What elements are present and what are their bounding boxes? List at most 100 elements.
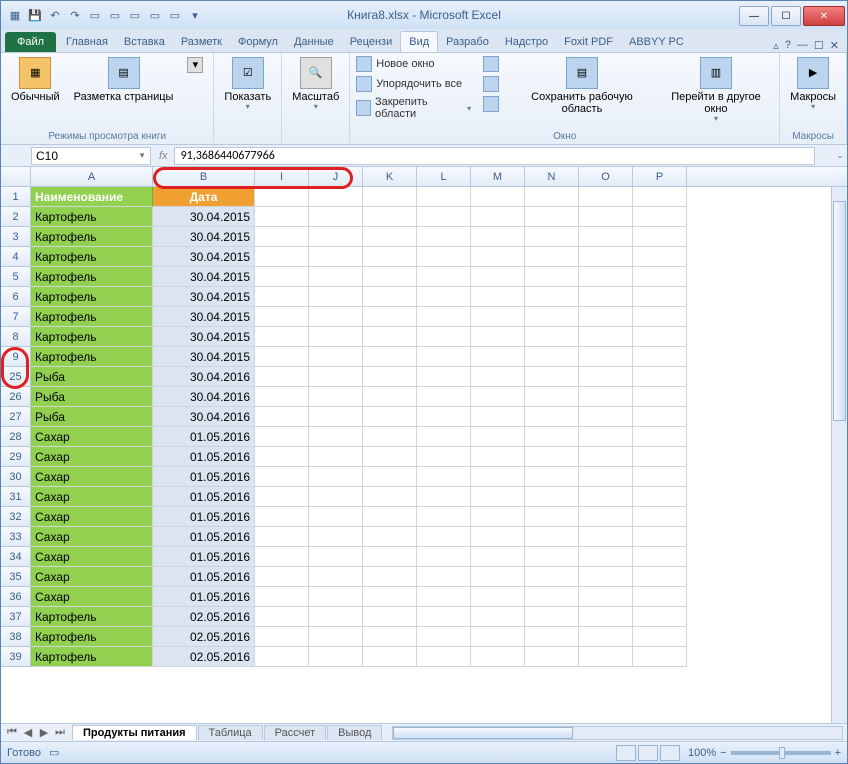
page-break-view-icon[interactable]: [660, 745, 680, 761]
cell[interactable]: [309, 527, 363, 547]
cell[interactable]: [579, 367, 633, 387]
cell[interactable]: [417, 547, 471, 567]
column-header[interactable]: O: [579, 167, 633, 186]
tab-data[interactable]: Данные: [286, 32, 342, 52]
row-header[interactable]: 28: [1, 427, 31, 447]
cell[interactable]: [633, 467, 687, 487]
cell[interactable]: [309, 587, 363, 607]
zoom-slider[interactable]: [731, 751, 831, 755]
cell[interactable]: Картофель: [31, 607, 153, 627]
cell[interactable]: [633, 327, 687, 347]
cell[interactable]: 01.05.2016: [153, 547, 255, 567]
cell[interactable]: 02.05.2016: [153, 607, 255, 627]
cell[interactable]: Картофель: [31, 287, 153, 307]
cell[interactable]: [633, 427, 687, 447]
cell[interactable]: 01.05.2016: [153, 507, 255, 527]
redo-icon[interactable]: ↷: [67, 7, 83, 23]
cell[interactable]: [579, 467, 633, 487]
cell[interactable]: [309, 567, 363, 587]
cell[interactable]: [471, 427, 525, 447]
cell[interactable]: Сахар: [31, 567, 153, 587]
cell[interactable]: [417, 567, 471, 587]
cell[interactable]: [363, 467, 417, 487]
tab-abbyy[interactable]: ABBYY PC: [621, 32, 692, 52]
cell[interactable]: [363, 607, 417, 627]
maximize-button[interactable]: ☐: [771, 6, 801, 26]
cell[interactable]: [525, 207, 579, 227]
page-layout-button[interactable]: ▤ Разметка страницы: [70, 55, 178, 105]
arrange-all-button[interactable]: Упорядочить все: [356, 75, 471, 93]
cell[interactable]: [525, 467, 579, 487]
cell[interactable]: Картофель: [31, 627, 153, 647]
macros-button[interactable]: ▶ Макросы: [786, 55, 840, 114]
cell[interactable]: [471, 187, 525, 207]
cell[interactable]: Картофель: [31, 227, 153, 247]
tab-review[interactable]: Рецензи: [342, 32, 401, 52]
column-header[interactable]: M: [471, 167, 525, 186]
cell[interactable]: 02.05.2016: [153, 647, 255, 667]
qat-item-icon[interactable]: ▭: [107, 7, 123, 23]
cell[interactable]: Сахар: [31, 547, 153, 567]
cell[interactable]: [579, 287, 633, 307]
cell[interactable]: [363, 307, 417, 327]
cell[interactable]: [525, 327, 579, 347]
cell[interactable]: [363, 187, 417, 207]
cell[interactable]: 01.05.2016: [153, 527, 255, 547]
cell[interactable]: [633, 627, 687, 647]
zoom-out-icon[interactable]: −: [720, 747, 726, 759]
cell[interactable]: [579, 427, 633, 447]
slider-thumb[interactable]: [779, 747, 785, 759]
cell[interactable]: [471, 567, 525, 587]
cell[interactable]: [309, 447, 363, 467]
tab-pagelayout[interactable]: Разметк: [173, 32, 230, 52]
row-header[interactable]: 34: [1, 547, 31, 567]
column-header[interactable]: N: [525, 167, 579, 186]
cell[interactable]: [309, 327, 363, 347]
cell[interactable]: [309, 347, 363, 367]
cell[interactable]: 30.04.2015: [153, 287, 255, 307]
horizontal-scrollbar[interactable]: [392, 726, 843, 740]
tab-home[interactable]: Главная: [58, 32, 116, 52]
cell[interactable]: [417, 427, 471, 447]
scrollbar-thumb[interactable]: [833, 201, 846, 421]
row-header[interactable]: 37: [1, 607, 31, 627]
cell[interactable]: [633, 287, 687, 307]
cell[interactable]: [579, 247, 633, 267]
sheet-tab[interactable]: Вывод: [327, 725, 382, 740]
sheet-first-icon[interactable]: ⏮: [5, 726, 19, 739]
undo-icon[interactable]: ↶: [47, 7, 63, 23]
save-workspace-button[interactable]: ▤ Сохранить рабочую область: [511, 55, 653, 117]
cell[interactable]: [579, 227, 633, 247]
cell[interactable]: Картофель: [31, 207, 153, 227]
cell[interactable]: [471, 407, 525, 427]
cell[interactable]: [579, 207, 633, 227]
cell[interactable]: [255, 407, 309, 427]
cell[interactable]: [525, 187, 579, 207]
qat-item-icon[interactable]: ▭: [127, 7, 143, 23]
cell[interactable]: [525, 427, 579, 447]
fx-icon[interactable]: fx: [159, 150, 168, 162]
cell[interactable]: [633, 527, 687, 547]
ribbon-minimize-icon[interactable]: ▵: [773, 39, 779, 52]
row-header[interactable]: 2: [1, 207, 31, 227]
tab-formulas[interactable]: Формул: [230, 32, 286, 52]
cell[interactable]: [309, 367, 363, 387]
cell[interactable]: [525, 227, 579, 247]
cell[interactable]: Наименование: [31, 187, 153, 207]
cell[interactable]: [309, 507, 363, 527]
cell[interactable]: [579, 187, 633, 207]
cell[interactable]: [633, 207, 687, 227]
row-header[interactable]: 5: [1, 267, 31, 287]
cell[interactable]: [255, 647, 309, 667]
zoom-in-icon[interactable]: +: [835, 747, 841, 759]
cell[interactable]: [417, 187, 471, 207]
cell[interactable]: [471, 527, 525, 547]
sheet-last-icon[interactable]: ⏭: [53, 726, 67, 739]
sheet-tab[interactable]: Продукты питания: [72, 725, 197, 740]
cell[interactable]: 30.04.2016: [153, 367, 255, 387]
cell[interactable]: [579, 647, 633, 667]
cell[interactable]: [309, 647, 363, 667]
macro-record-icon[interactable]: ▭: [49, 746, 59, 759]
qat-item-icon[interactable]: ▭: [167, 7, 183, 23]
cell[interactable]: [363, 347, 417, 367]
